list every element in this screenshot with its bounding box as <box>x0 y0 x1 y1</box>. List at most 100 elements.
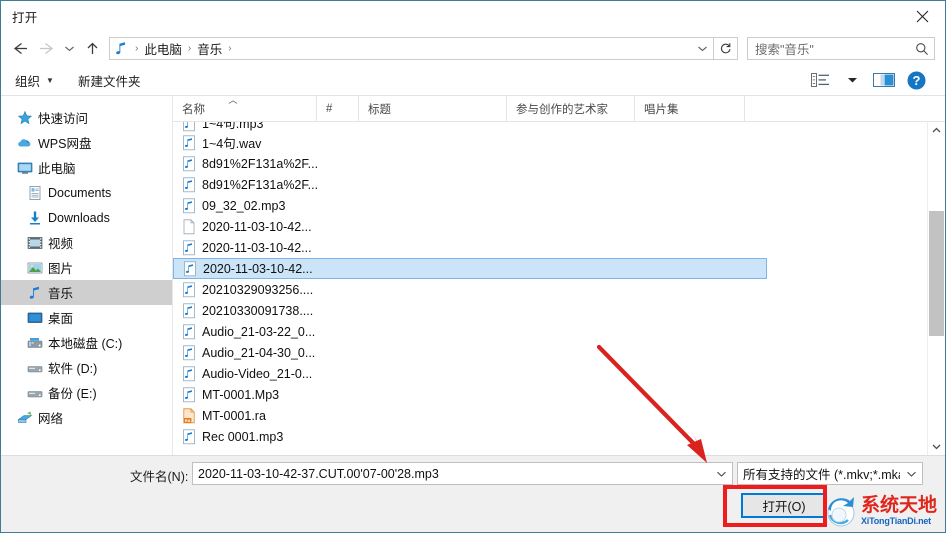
file-name: 1~4句.mp3 <box>202 122 264 131</box>
sidebar-item-10[interactable]: 软件 (D:) <box>1 355 172 380</box>
address-bar[interactable]: › 此电脑 › 音乐 › <box>109 37 714 60</box>
file-name: 2020-11-03-10-42... <box>202 240 312 255</box>
sidebar-item-4[interactable]: Downloads <box>1 205 172 230</box>
sidebar-item-label: 图片 <box>48 262 74 276</box>
drive-icon <box>27 360 48 376</box>
generic-file-icon <box>179 218 199 235</box>
music-file-icon <box>179 281 199 298</box>
table-row[interactable]: RA MT-0001.ra <box>173 405 927 426</box>
table-row[interactable]: Rec 0001.mp3 <box>173 426 927 447</box>
table-row[interactable]: 8d91%2F131a%2F... <box>173 153 927 174</box>
table-row[interactable]: MT-0001.Mp3 <box>173 384 927 405</box>
music-file-icon <box>179 122 199 132</box>
music-file-icon <box>179 302 199 319</box>
svg-text:RA: RA <box>185 417 191 422</box>
history-chevron-down-icon[interactable] <box>59 37 79 61</box>
sidebar-item-1[interactable]: WPS网盘 <box>1 130 172 155</box>
svg-text:?: ? <box>912 73 920 88</box>
column-headers: ︿ 名称 # 标题 参与创作的艺术家 唱片集 <box>173 96 945 122</box>
preview-pane-icon[interactable] <box>869 67 899 93</box>
dialog-body: 快速访问 WPS网盘 此电脑 Documents Downloads 视频图片音乐桌面本地… <box>1 96 945 455</box>
breadcrumb-item-1[interactable]: 音乐 <box>194 39 225 58</box>
file-name: 20210330091738.... <box>202 303 314 318</box>
column-header-0[interactable]: ︿ 名称 <box>173 96 317 121</box>
table-row[interactable]: 09_32_02.mp3 <box>173 195 927 216</box>
sidebar-item-6[interactable]: 图片 <box>1 255 172 280</box>
column-header-4[interactable]: 唱片集 <box>635 96 745 121</box>
command-bar-right: ? <box>805 67 945 93</box>
file-name: Audio-Video_21-0... <box>202 366 313 381</box>
breadcrumb-item-0[interactable]: 此电脑 <box>141 39 185 58</box>
help-icon[interactable]: ? <box>901 67 931 93</box>
address-chevron-down-icon[interactable] <box>691 38 713 59</box>
filename-chevron-down-icon[interactable] <box>710 470 732 478</box>
new-folder-button[interactable]: 新建文件夹 <box>78 71 141 90</box>
table-row[interactable]: 1~4句.wav <box>173 132 927 153</box>
sidebar-item-11[interactable]: 备份 (E:) <box>1 380 172 405</box>
music-file-icon <box>179 386 199 403</box>
breadcrumb-separator: › <box>228 43 232 54</box>
music-file-icon <box>179 365 199 382</box>
close-icon[interactable] <box>899 1 945 32</box>
sidebar-item-label: 本地磁盘 (C:) <box>48 337 123 351</box>
music-file-icon <box>179 176 199 193</box>
command-bar: 组织 ▼ 新建文件夹 ? <box>1 65 945 96</box>
table-row[interactable]: 1~4句.mp3 <box>173 122 927 132</box>
sidebar-item-2[interactable]: 此电脑 <box>1 155 172 180</box>
music-file-icon <box>179 428 199 445</box>
sidebar-item-7[interactable]: 音乐 <box>1 280 172 305</box>
sidebar-item-0[interactable]: 快速访问 <box>1 105 172 130</box>
search-input[interactable]: 搜索"音乐" <box>747 37 935 60</box>
refresh-icon[interactable] <box>714 37 738 60</box>
sidebar-item-3[interactable]: Documents <box>1 180 172 205</box>
filename-label: 文件名(N): <box>130 470 189 484</box>
up-arrow-icon[interactable] <box>79 37 105 61</box>
table-row[interactable]: 8d91%2F131a%2F... <box>173 174 927 195</box>
scroll-down-icon[interactable] <box>928 438 945 455</box>
table-row[interactable]: 2020-11-03-10-42... <box>173 237 927 258</box>
music-icon <box>27 285 48 301</box>
back-arrow-icon[interactable] <box>7 37 33 61</box>
scrollbar-thumb[interactable] <box>929 211 944 336</box>
column-header-3[interactable]: 参与创作的艺术家 <box>507 96 635 121</box>
filetype-select[interactable]: 所有支持的文件 (*.mkv;*.mka; <box>737 462 923 485</box>
sidebar-item-9[interactable]: 本地磁盘 (C:) <box>1 330 172 355</box>
table-row[interactable]: Audio-Video_21-0... <box>173 363 927 384</box>
pictures-icon <box>27 260 48 276</box>
new-folder-label: 新建文件夹 <box>77 74 141 89</box>
organize-button[interactable]: 组织 ▼ <box>15 71 54 90</box>
sidebar-item-5[interactable]: 视频 <box>1 230 172 255</box>
filetype-value: 所有支持的文件 (*.mkv;*.mka; <box>743 468 900 482</box>
file-name: Audio_21-03-22_0... <box>202 324 316 339</box>
search-icon[interactable] <box>910 42 934 56</box>
view-list-icon[interactable] <box>805 67 835 93</box>
music-file-icon <box>179 344 199 361</box>
column-header-label: 标题 <box>368 103 391 116</box>
table-row[interactable]: Audio_21-04-30_0... <box>173 342 927 363</box>
videos-icon <box>27 235 48 251</box>
table-row[interactable]: 2020-11-03-10-42... <box>173 258 767 279</box>
sidebar-item-label: 音乐 <box>48 287 74 301</box>
table-row[interactable]: 20210329093256.... <box>173 279 927 300</box>
vertical-scrollbar[interactable] <box>927 122 945 455</box>
file-name: 1~4句.wav <box>202 137 262 151</box>
filetype-chevron-down-icon[interactable] <box>900 470 922 478</box>
table-row[interactable]: 20210330091738.... <box>173 300 927 321</box>
sidebar-item-8[interactable]: 桌面 <box>1 305 172 330</box>
file-list[interactable]: 1~4句.mp3 1~4句.wav 8d91%2F131a%2F... 8d91%2F… <box>173 122 927 455</box>
navigation-bar: › 此电脑 › 音乐 › 搜索"音乐" <box>1 32 945 65</box>
scroll-up-icon[interactable] <box>928 122 945 139</box>
column-header-1[interactable]: # <box>317 96 359 121</box>
table-row[interactable]: Audio_21-03-22_0... <box>173 321 927 342</box>
scrollbar-track[interactable] <box>928 139 945 438</box>
file-name: Audio_21-04-30_0... <box>202 345 316 360</box>
view-chevron-down-icon[interactable] <box>837 67 867 93</box>
this-pc-icon <box>17 160 38 176</box>
sidebar-item-12[interactable]: 网络 <box>1 405 172 430</box>
file-name: 8d91%2F131a%2F... <box>202 156 319 171</box>
table-row[interactable]: 2020-11-03-10-42... <box>173 216 927 237</box>
filename-input[interactable]: 2020-11-03-10-42-37.CUT.00'07-00'28.mp3 <box>192 462 733 485</box>
column-header-2[interactable]: 标题 <box>359 96 507 121</box>
sidebar-item-label: 备份 (E:) <box>48 387 97 401</box>
open-button[interactable]: 打开(O) <box>741 493 827 518</box>
